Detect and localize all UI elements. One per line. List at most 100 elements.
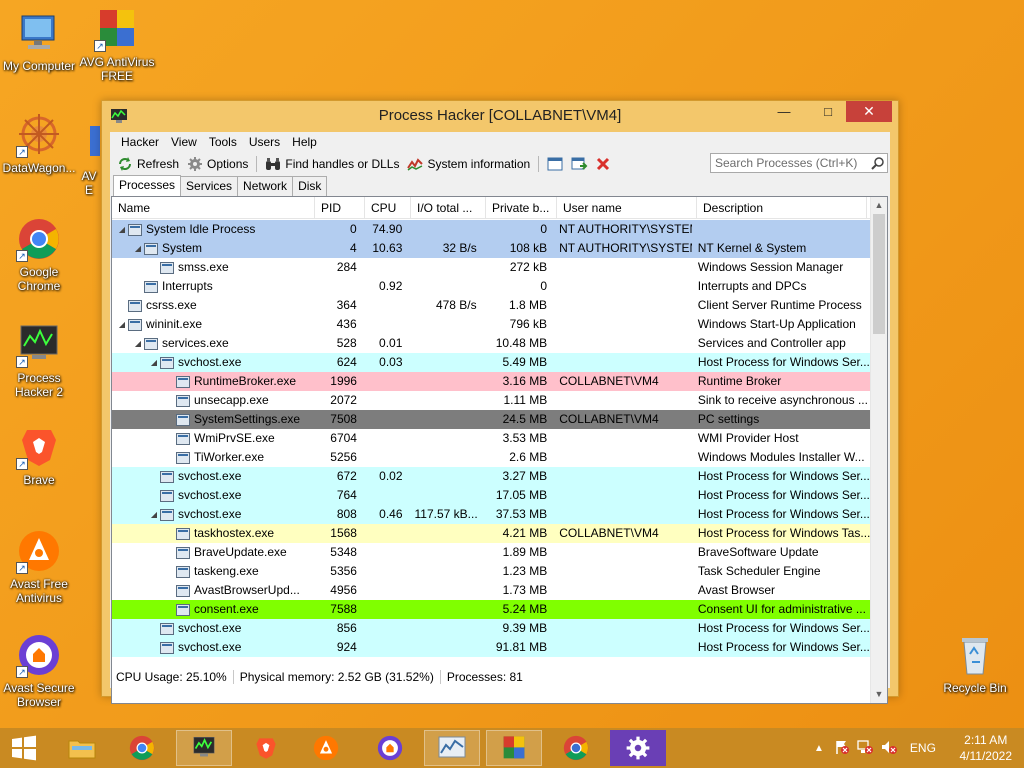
tab-processes[interactable]: Processes bbox=[113, 175, 182, 196]
column-header-name[interactable]: Name bbox=[112, 197, 315, 219]
menu-users[interactable]: Users bbox=[243, 135, 286, 149]
taskbar-avast-secure-browser[interactable] bbox=[362, 730, 418, 766]
tree-collapse-icon[interactable]: ◢ bbox=[116, 220, 128, 239]
close-button[interactable]: ✕ bbox=[846, 101, 892, 122]
options-button[interactable]: Options bbox=[183, 154, 252, 174]
tab-disk[interactable]: Disk bbox=[292, 176, 328, 196]
table-row[interactable]: svchost.exe 856 9.39 MB Host Process for Wi… bbox=[112, 619, 870, 638]
taskbar-settings[interactable] bbox=[610, 730, 666, 766]
table-row[interactable]: ◢ System 4 10.63 32 B/s 108 kB NT AUTHORITY\SY… bbox=[112, 239, 870, 258]
process-hacker-window[interactable]: Process Hacker [COLLABNET\VM4] — □ ✕ Hac… bbox=[101, 100, 899, 704]
tree-collapse-icon[interactable]: ◢ bbox=[148, 353, 160, 372]
scroll-thumb[interactable] bbox=[873, 214, 885, 334]
desktop-icon-datawagon[interactable]: ↗ DataWagon... bbox=[0, 112, 78, 175]
taskbar-avast[interactable] bbox=[298, 730, 354, 766]
tab-network[interactable]: Network bbox=[237, 176, 294, 196]
process-name: TiWorker.exe bbox=[194, 450, 265, 464]
table-row[interactable]: svchost.exe 672 0.02 3.27 MB Host Process fo… bbox=[112, 467, 870, 486]
desktop-icon-google-chrome[interactable]: ↗ Google Chrome bbox=[0, 216, 78, 293]
terminate-icon[interactable] bbox=[594, 156, 612, 172]
tree-collapse-icon[interactable]: ◢ bbox=[132, 239, 144, 258]
taskbar-brave[interactable] bbox=[238, 730, 294, 766]
desktop-icon-recycle-bin[interactable]: Recycle Bin bbox=[936, 632, 1014, 695]
table-row[interactable]: taskhostex.exe 1568 4.21 MB COLLABNET\VM4 Ho… bbox=[112, 524, 870, 543]
table-row[interactable]: RuntimeBroker.exe 1996 3.16 MB COLLABNET\VM… bbox=[112, 372, 870, 391]
desktop-icon-my-computer[interactable]: My Computer bbox=[0, 10, 78, 73]
vertical-scrollbar[interactable]: ▲ ▼ bbox=[870, 197, 887, 703]
column-header-io-total[interactable]: I/O total ... bbox=[411, 197, 486, 219]
volume-muted-icon[interactable] bbox=[880, 739, 898, 758]
table-row[interactable]: smss.exe 284 272 kB Windows Session Manager bbox=[112, 258, 870, 277]
refresh-button[interactable]: Refresh bbox=[113, 154, 183, 174]
window-icon[interactable] bbox=[546, 156, 564, 172]
table-row[interactable]: taskeng.exe 5356 1.23 MB Task Scheduler Eng… bbox=[112, 562, 870, 581]
column-header-cpu[interactable]: CPU bbox=[365, 197, 411, 219]
process-cpu: 0.03 bbox=[379, 355, 403, 369]
process-user-name bbox=[553, 429, 692, 448]
tab-services[interactable]: Services bbox=[180, 176, 239, 196]
input-language[interactable]: ENG bbox=[910, 741, 936, 755]
menu-hacker[interactable]: Hacker bbox=[115, 135, 165, 149]
tree-collapse-icon[interactable]: ◢ bbox=[148, 505, 160, 524]
menu-help[interactable]: Help bbox=[286, 135, 323, 149]
process-name-cell: ◢ services.exe bbox=[112, 334, 313, 353]
menu-tools[interactable]: Tools bbox=[203, 135, 243, 149]
scroll-up-icon[interactable]: ▲ bbox=[871, 197, 887, 214]
system-graph-icon bbox=[407, 156, 424, 172]
table-row[interactable]: Interrupts 0.92 0 Interrupts and DPCs bbox=[112, 277, 870, 296]
search-input[interactable]: Search Processes (Ctrl+K) bbox=[710, 153, 888, 173]
table-row[interactable]: svchost.exe 764 17.05 MB Host Process for W… bbox=[112, 486, 870, 505]
table-row[interactable]: ◢ services.exe 528 0.01 10.48 MB Services and… bbox=[112, 334, 870, 353]
taskbar-resource-monitor[interactable] bbox=[424, 730, 480, 766]
title-bar[interactable]: Process Hacker [COLLABNET\VM4] — □ ✕ bbox=[102, 101, 898, 131]
taskbar-chrome[interactable] bbox=[114, 730, 170, 766]
desktop-icon-partial[interactable]: AV E bbox=[78, 120, 100, 197]
desktop-icon-process-hacker[interactable]: ↗ Process Hacker 2 bbox=[0, 322, 78, 399]
network-icon[interactable] bbox=[856, 739, 874, 758]
scroll-down-icon[interactable]: ▼ bbox=[871, 686, 887, 703]
desktop-icon-avast-secure-browser[interactable]: ↗ Avast Secure Browser bbox=[0, 632, 78, 709]
table-row[interactable]: ◢ svchost.exe 624 0.03 5.49 MB Host Process f… bbox=[112, 353, 870, 372]
column-header-pid[interactable]: PID bbox=[315, 197, 365, 219]
process-name-cell: csrss.exe bbox=[112, 296, 313, 315]
clock[interactable]: 2:11 AM 4/11/2022 bbox=[960, 732, 1013, 764]
column-header-private-bytes[interactable]: Private b... bbox=[486, 197, 557, 219]
table-row[interactable]: csrss.exe 364 478 B/s 1.8 MB Client Server R… bbox=[112, 296, 870, 315]
tree-collapse-icon[interactable]: ◢ bbox=[132, 334, 144, 353]
process-name-cell: svchost.exe bbox=[112, 467, 313, 486]
menu-view[interactable]: View bbox=[165, 135, 203, 149]
table-row[interactable]: AvastBrowserUpd... 4956 1.73 MB Avast Brows… bbox=[112, 581, 870, 600]
action-center-flag-icon[interactable] bbox=[834, 739, 850, 758]
taskbar-chrome-alt[interactable] bbox=[548, 730, 604, 766]
table-row[interactable]: ◢ System Idle Process 0 74.90 0 NT AUTHORITY\… bbox=[112, 220, 870, 239]
table-row[interactable]: unsecapp.exe 2072 1.11 MB Sink to receive a… bbox=[112, 391, 870, 410]
column-header-description[interactable]: Description bbox=[697, 197, 867, 219]
desktop-icon-avg-antivirus[interactable]: ↗ AVG AntiVirus FREE bbox=[78, 6, 156, 83]
window-go-icon[interactable] bbox=[570, 156, 588, 172]
search-icon[interactable] bbox=[871, 156, 885, 170]
process-list[interactable]: Name PID CPU I/O total ... Private b... … bbox=[111, 196, 888, 704]
tree-collapse-icon[interactable]: ◢ bbox=[116, 315, 128, 334]
column-header-user-name[interactable]: User name bbox=[557, 197, 697, 219]
taskbar-avg[interactable] bbox=[486, 730, 542, 766]
table-row[interactable]: ◢ wininit.exe 436 796 kB Windows Start-Up Ap… bbox=[112, 315, 870, 334]
table-row[interactable]: ◢ svchost.exe 808 0.46 117.57 kB... 37.53 MB H… bbox=[112, 505, 870, 524]
find-handles-button[interactable]: Find handles or DLLs bbox=[261, 154, 403, 174]
system-information-button[interactable]: System information bbox=[403, 154, 534, 174]
table-row[interactable]: SystemSettings.exe 7508 24.5 MB COLLABNET\V… bbox=[112, 410, 870, 429]
table-row[interactable]: WmiPrvSE.exe 6704 3.53 MB WMI Provider Host bbox=[112, 429, 870, 448]
desktop-icon-avast-free-antivirus[interactable]: ↗ Avast Free Antivirus bbox=[0, 528, 78, 605]
desktop-icon-brave[interactable]: ↗ Brave bbox=[0, 424, 78, 487]
start-button[interactable] bbox=[0, 730, 48, 766]
table-row[interactable]: consent.exe 7588 5.24 MB Consent UI for adm… bbox=[112, 600, 870, 619]
maximize-button[interactable]: □ bbox=[814, 101, 842, 123]
taskbar-file-explorer[interactable] bbox=[54, 730, 110, 766]
taskbar-process-hacker[interactable] bbox=[176, 730, 232, 766]
table-row[interactable]: TiWorker.exe 5256 2.6 MB Windows Modules In… bbox=[112, 448, 870, 467]
table-row[interactable]: BraveUpdate.exe 5348 1.89 MB BraveSoftware … bbox=[112, 543, 870, 562]
process-icon bbox=[160, 622, 174, 635]
show-hidden-icons-icon[interactable]: ▲ bbox=[814, 743, 824, 754]
process-pid: 7588 bbox=[330, 602, 357, 616]
minimize-button[interactable]: — bbox=[770, 101, 798, 123]
table-row[interactable]: svchost.exe 924 91.81 MB Host Process for W… bbox=[112, 638, 870, 657]
